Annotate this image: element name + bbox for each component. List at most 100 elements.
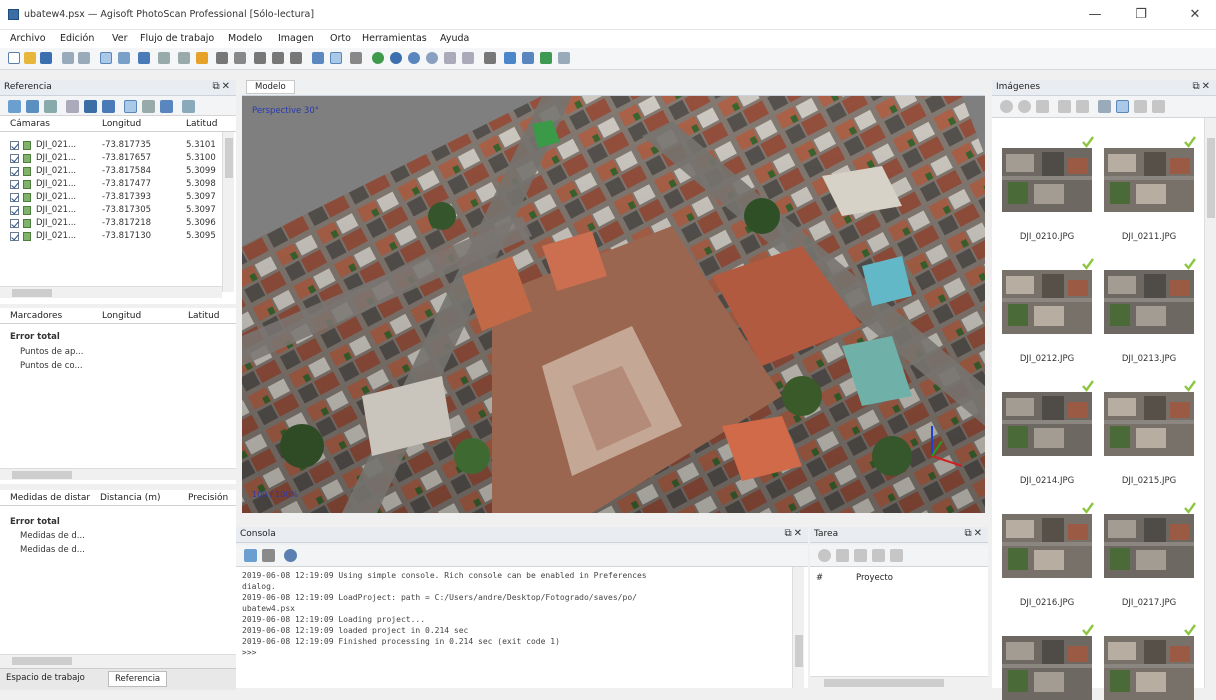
maximize-button[interactable]: ❐ xyxy=(1126,4,1156,26)
scalebars-item[interactable]: Medidas de d... xyxy=(0,544,220,557)
ruler-icon[interactable] xyxy=(196,52,208,64)
zoom-in-icon[interactable] xyxy=(254,52,266,64)
camera-row[interactable]: DJI_021... -73.817305 5.3097 xyxy=(0,204,220,217)
images-vscroll[interactable] xyxy=(1204,118,1216,688)
menu-orto[interactable]: Orto xyxy=(330,33,351,44)
camera-row[interactable]: DJI_021... -73.817130 5.3095 xyxy=(0,230,220,243)
cameras-vscroll[interactable] xyxy=(222,132,234,292)
import-icon[interactable] xyxy=(8,100,21,113)
reset-view-icon[interactable] xyxy=(558,52,570,64)
col-markers[interactable]: Marcadores xyxy=(10,311,62,321)
image-thumbnail[interactable] xyxy=(1002,514,1092,578)
markers-item[interactable]: Puntos de co... xyxy=(0,360,220,373)
camera-checkbox[interactable] xyxy=(10,193,19,202)
point-cloud-icon[interactable] xyxy=(330,52,342,64)
menu-ayuda[interactable]: Ayuda xyxy=(440,33,469,44)
flag-icon[interactable] xyxy=(522,52,534,64)
export-icon[interactable] xyxy=(26,100,39,113)
camera-checkbox[interactable] xyxy=(10,180,19,189)
image-thumbnail[interactable] xyxy=(1104,636,1194,700)
delete-photos-icon[interactable] xyxy=(1036,100,1049,113)
run-task-icon[interactable] xyxy=(854,549,867,562)
menu-imagen[interactable]: Imagen xyxy=(278,33,314,44)
view-mode-icon[interactable] xyxy=(1152,100,1165,113)
camera-row[interactable]: DJI_021... -73.817735 5.3101 xyxy=(0,139,220,152)
new-icon[interactable] xyxy=(8,52,20,64)
col-m-latitude[interactable]: Latitud xyxy=(188,311,220,321)
add-photos-icon[interactable] xyxy=(1000,100,1013,113)
mesh-solid-icon[interactable] xyxy=(390,52,402,64)
markers-item[interactable]: Puntos de ap... xyxy=(0,346,220,359)
crop-icon[interactable] xyxy=(234,52,246,64)
markers-total-error[interactable]: Error total xyxy=(0,331,220,344)
tiled-icon[interactable] xyxy=(444,52,456,64)
delete-icon[interactable] xyxy=(216,52,228,64)
dense-cloud-icon[interactable] xyxy=(350,52,362,64)
camera-checkbox[interactable] xyxy=(10,232,19,241)
console-vscroll[interactable] xyxy=(792,567,804,688)
camera-row[interactable]: DJI_021... -73.817657 5.3100 xyxy=(0,152,220,165)
menu-archivo[interactable]: Archivo xyxy=(10,33,46,44)
add-task-icon[interactable] xyxy=(818,549,831,562)
col-distances[interactable]: Medidas de distar xyxy=(10,493,90,503)
tab-model[interactable]: Modelo xyxy=(246,80,295,94)
zoom-out-icon[interactable] xyxy=(272,52,284,64)
mesh-shaded-icon[interactable] xyxy=(372,52,384,64)
close-button[interactable]: ✕ xyxy=(1180,4,1210,26)
panel-controls[interactable]: ⧉✕ xyxy=(784,528,804,539)
tasks-hscroll[interactable] xyxy=(810,676,988,688)
camera-row[interactable]: DJI_021... -73.817393 5.3097 xyxy=(0,191,220,204)
rotate-left-icon[interactable] xyxy=(1058,100,1071,113)
panel-controls[interactable]: ⧉✕ xyxy=(212,81,232,92)
image-thumbnail[interactable] xyxy=(1002,636,1092,700)
grid-icon[interactable] xyxy=(312,52,324,64)
image-thumbnail[interactable] xyxy=(1002,392,1092,456)
navigation-icon[interactable] xyxy=(138,52,150,64)
move-down-icon[interactable] xyxy=(890,549,903,562)
image-thumbnail[interactable] xyxy=(1104,392,1194,456)
thumbnails-icon[interactable] xyxy=(1116,100,1129,113)
view-errors-icon[interactable] xyxy=(160,100,173,113)
clear-log-icon[interactable] xyxy=(262,549,275,562)
select-icon[interactable] xyxy=(100,52,112,64)
settings-icon[interactable] xyxy=(182,100,195,113)
tab-reference[interactable]: Referencia xyxy=(108,671,168,687)
minimize-button[interactable]: — xyxy=(1080,4,1110,26)
camera-row[interactable]: DJI_021... -73.817584 5.3099 xyxy=(0,165,220,178)
scalebars-total-error[interactable]: Error total xyxy=(0,516,220,529)
markers-icon[interactable] xyxy=(504,52,516,64)
col-distance-m[interactable]: Distancia (m) xyxy=(100,493,160,503)
move-icon[interactable] xyxy=(158,52,170,64)
move-up-icon[interactable] xyxy=(872,549,885,562)
panel-controls[interactable]: ⧉✕ xyxy=(964,528,984,539)
menu-modelo[interactable]: Modelo xyxy=(228,33,262,44)
texture-icon[interactable] xyxy=(426,52,438,64)
scalebars-hscroll[interactable] xyxy=(0,654,236,666)
camera-checkbox[interactable] xyxy=(10,141,19,150)
menu-ver[interactable]: Ver xyxy=(112,33,128,44)
camera-row[interactable]: DJI_021... -73.817218 5.3096 xyxy=(0,217,220,230)
rotate-icon[interactable] xyxy=(178,52,190,64)
mesh-wire-icon[interactable] xyxy=(408,52,420,64)
pan-icon[interactable] xyxy=(290,52,302,64)
save-log-icon[interactable] xyxy=(244,549,257,562)
menu-edicion[interactable]: Edición xyxy=(60,33,94,44)
col-longitude[interactable]: Longitud xyxy=(102,119,141,129)
dem-icon[interactable] xyxy=(462,52,474,64)
region-icon[interactable] xyxy=(540,52,552,64)
image-thumbnail[interactable] xyxy=(1104,270,1194,334)
col-cameras[interactable]: Cámaras xyxy=(10,119,50,129)
rect-select-icon[interactable] xyxy=(118,52,130,64)
image-thumbnail[interactable] xyxy=(1104,148,1194,212)
camera-checkbox[interactable] xyxy=(10,219,19,228)
tasks-list[interactable]: # Proyecto xyxy=(810,567,988,688)
panel-controls[interactable]: ⧉✕ xyxy=(1192,81,1212,92)
camera-checkbox[interactable] xyxy=(10,206,19,215)
view-source-icon[interactable] xyxy=(124,100,137,113)
save-icon[interactable] xyxy=(40,52,52,64)
image-thumbnail[interactable] xyxy=(1002,270,1092,334)
col-m-longitude[interactable]: Longitud xyxy=(102,311,141,321)
optimize-icon[interactable] xyxy=(66,100,79,113)
camera-checkbox[interactable] xyxy=(10,154,19,163)
console-output[interactable]: 2019-06-08 12:19:09 Using simple console… xyxy=(236,567,808,688)
